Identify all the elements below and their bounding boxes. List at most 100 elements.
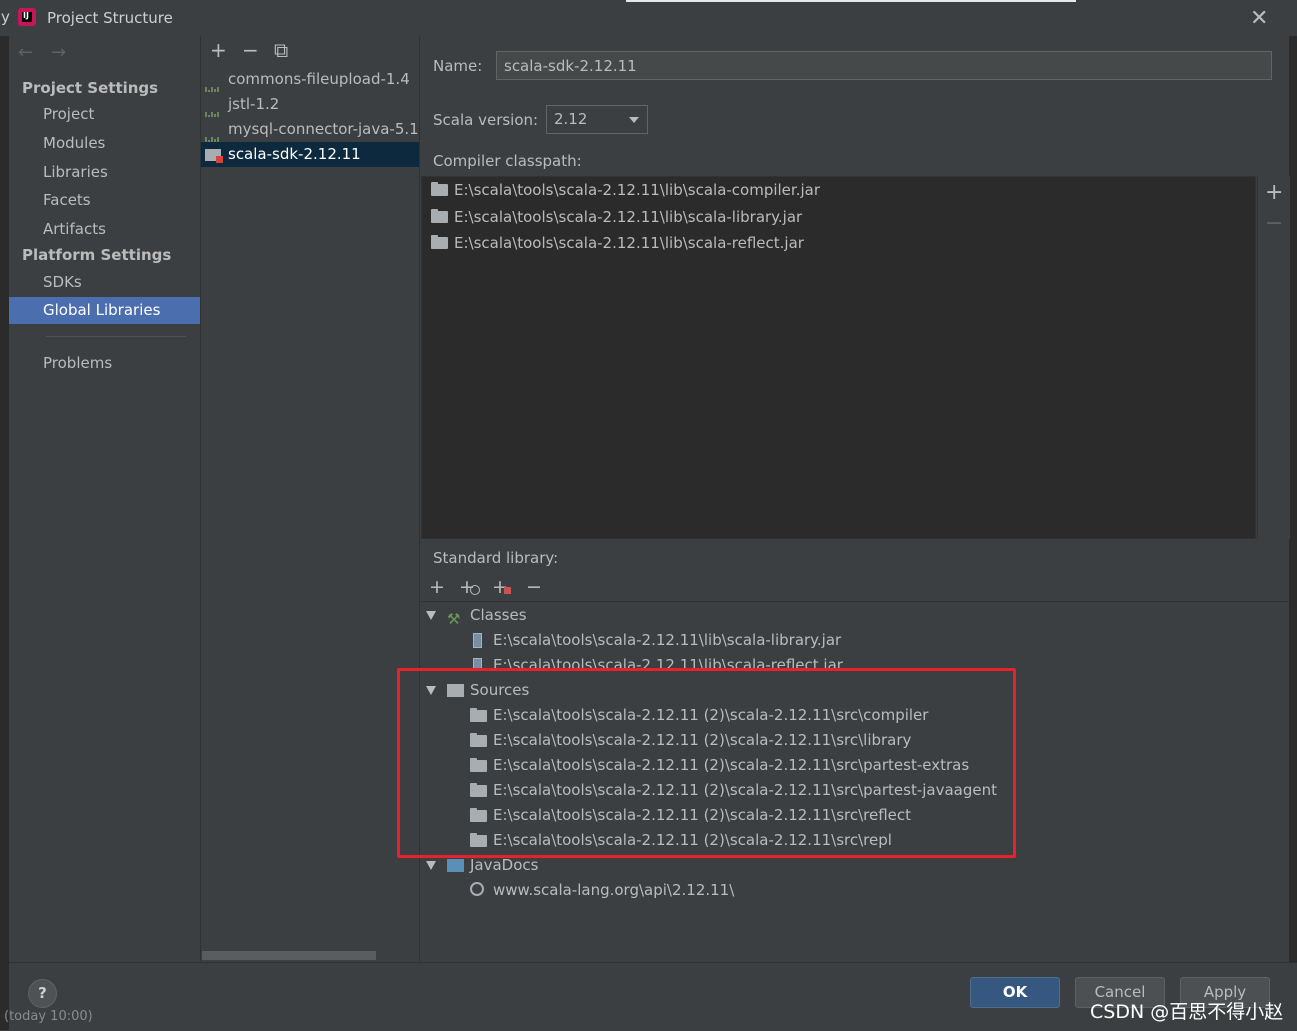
source-path: E:\scala\tools\scala-2.12.11 (2)\scala-2… — [493, 831, 892, 849]
classpath-item[interactable]: E:\scala\tools\scala-2.12.11\lib\scala-c… — [431, 177, 820, 203]
library-icon — [205, 74, 221, 92]
background-edge-right — [1289, 36, 1297, 1030]
title-bar — [0, 0, 1297, 36]
sidebar-divider — [46, 336, 186, 337]
horizontal-scrollbar[interactable] — [202, 951, 376, 960]
sources-label: Sources — [470, 681, 530, 699]
source-path: E:\scala\tools\scala-2.12.11 (2)\scala-2… — [493, 781, 998, 799]
forward-arrow-icon[interactable]: → — [51, 42, 66, 63]
source-folder-icon — [447, 684, 464, 697]
folder-icon — [431, 209, 448, 223]
tree-item-javadoc[interactable]: www.scala-lang.org\api\2.12.11\ — [470, 878, 734, 903]
source-path: E:\scala\tools\scala-2.12.11 (2)\scala-2… — [493, 756, 970, 774]
library-label: mysql-connector-java-5.1. — [228, 120, 419, 138]
remove-root-icon[interactable]: − — [526, 576, 542, 598]
library-item[interactable]: jstl-1.2 — [201, 92, 419, 117]
source-path: E:\scala\tools\scala-2.12.11 (2)\scala-2… — [493, 706, 929, 724]
sidebar-item-facets[interactable]: Facets — [9, 187, 200, 214]
javadoc-folder-icon — [447, 859, 464, 872]
intellij-logo-icon: IJ — [18, 8, 36, 26]
tree-item-source[interactable]: E:\scala\tools\scala-2.12.11 (2)\scala-2… — [470, 753, 969, 778]
jar-icon — [473, 633, 482, 648]
scala-version-label: Scala version: — [433, 111, 539, 129]
sidebar-item-libraries[interactable]: Libraries — [9, 159, 200, 186]
sidebar-item-global-libraries[interactable]: Global Libraries — [9, 297, 200, 324]
tree-item-source[interactable]: E:\scala\tools\scala-2.12.11 (2)\scala-2… — [470, 828, 892, 853]
class-path: E:\scala\tools\scala-2.12.11\lib\scala-r… — [493, 656, 843, 668]
library-icon — [205, 124, 221, 142]
compiler-classpath-label: Compiler classpath: — [433, 152, 582, 170]
tree-item-class-jar[interactable]: E:\scala\tools\scala-2.12.11\lib\scala-l… — [473, 628, 841, 653]
window-title: Project Structure — [47, 9, 173, 27]
hammer-icon: ⚒ — [447, 610, 461, 628]
csdn-watermark: CSDN @百思不得小赵 — [1090, 1001, 1284, 1023]
tree-node-sources[interactable]: Sources — [447, 678, 529, 703]
close-icon[interactable]: ✕ — [1250, 6, 1268, 31]
folder-icon — [470, 833, 487, 847]
remove-library-icon[interactable]: − — [242, 38, 259, 62]
logo-text: IJ — [23, 11, 29, 20]
back-arrow-icon[interactable]: ← — [18, 42, 33, 63]
help-button[interactable]: ? — [28, 979, 57, 1008]
library-item-selected[interactable]: scala-sdk-2.12.11 — [201, 142, 419, 167]
expand-triangle-icon[interactable] — [426, 861, 436, 870]
copy-library-icon[interactable]: ⧉ — [274, 38, 288, 62]
ok-button[interactable]: OK — [970, 977, 1060, 1008]
tree-node-classes[interactable]: ⚒ Classes — [447, 603, 527, 628]
library-item[interactable]: commons-fileupload-1.4 — [201, 67, 419, 92]
sidebar-item-modules[interactable]: Modules — [9, 130, 200, 157]
scala-version-value: 2.12 — [554, 110, 588, 128]
tree-node-javadocs[interactable]: JavaDocs — [447, 853, 538, 878]
folder-icon — [470, 733, 487, 747]
tree-item-source[interactable]: E:\scala\tools\scala-2.12.11 (2)\scala-2… — [470, 778, 997, 803]
library-item[interactable]: mysql-connector-java-5.1. — [201, 117, 419, 142]
globe-icon — [470, 882, 484, 896]
background-window-strip — [626, 0, 1076, 2]
sdk-folder-icon — [205, 149, 223, 163]
expand-triangle-icon[interactable] — [426, 611, 436, 620]
sidebar-item-project[interactable]: Project — [9, 101, 200, 128]
project-settings-header: Project Settings — [22, 79, 159, 97]
sidebar-item-sdks[interactable]: SDKs — [9, 269, 200, 296]
add-excluded-root-icon[interactable]: + — [492, 576, 511, 598]
tree-item-source[interactable]: E:\scala\tools\scala-2.12.11 (2)\scala-2… — [470, 803, 911, 828]
sidebar-item-artifacts[interactable]: Artifacts — [9, 216, 200, 243]
tree-item-source[interactable]: E:\scala\tools\scala-2.12.11 (2)\scala-2… — [470, 728, 911, 753]
excluded-badge-icon — [504, 587, 511, 594]
javadocs-label: JavaDocs — [470, 856, 539, 874]
classes-label: Classes — [470, 606, 527, 624]
tree-item-class-jar[interactable]: E:\scala\tools\scala-2.12.11\lib\scala-r… — [473, 653, 843, 668]
sidebar-item-problems[interactable]: Problems — [9, 350, 200, 377]
add-classpath-icon[interactable]: + — [1265, 180, 1283, 205]
classpath-path: E:\scala\tools\scala-2.12.11\lib\scala-c… — [454, 181, 820, 199]
add-library-icon[interactable]: + — [210, 38, 227, 62]
add-special-root-icon[interactable]: + — [459, 576, 480, 598]
remove-classpath-icon[interactable]: − — [1265, 211, 1283, 236]
folder-icon — [470, 758, 487, 772]
name-input[interactable] — [496, 51, 1272, 80]
add-root-icon[interactable]: + — [429, 576, 445, 598]
library-icon — [205, 99, 221, 117]
platform-settings-header: Platform Settings — [22, 246, 172, 264]
background-edge — [0, 36, 9, 1030]
source-path: E:\scala\tools\scala-2.12.11 (2)\scala-2… — [493, 731, 912, 749]
folder-icon — [431, 235, 448, 249]
classpath-item[interactable]: E:\scala\tools\scala-2.12.11\lib\scala-l… — [431, 204, 802, 230]
expand-triangle-icon[interactable] — [426, 686, 436, 695]
tree-item-source[interactable]: E:\scala\tools\scala-2.12.11 (2)\scala-2… — [470, 703, 928, 728]
library-label: jstl-1.2 — [228, 95, 280, 113]
class-path: E:\scala\tools\scala-2.12.11\lib\scala-l… — [493, 631, 842, 649]
gear-small-icon — [470, 585, 480, 595]
javadoc-url: www.scala-lang.org\api\2.12.11\ — [493, 881, 735, 899]
standard-library-label: Standard library: — [433, 549, 559, 567]
background-edge-letter: y — [1, 8, 10, 26]
chevron-down-icon — [629, 117, 639, 123]
classpath-item[interactable]: E:\scala\tools\scala-2.12.11\lib\scala-r… — [431, 230, 804, 256]
library-label: commons-fileupload-1.4 — [228, 70, 410, 88]
jar-icon — [473, 658, 482, 668]
folder-icon — [431, 182, 448, 196]
library-list-pane — [201, 36, 420, 961]
folder-icon — [470, 808, 487, 822]
scala-version-select[interactable]: 2.12 — [546, 105, 648, 134]
library-label: scala-sdk-2.12.11 — [228, 145, 361, 163]
